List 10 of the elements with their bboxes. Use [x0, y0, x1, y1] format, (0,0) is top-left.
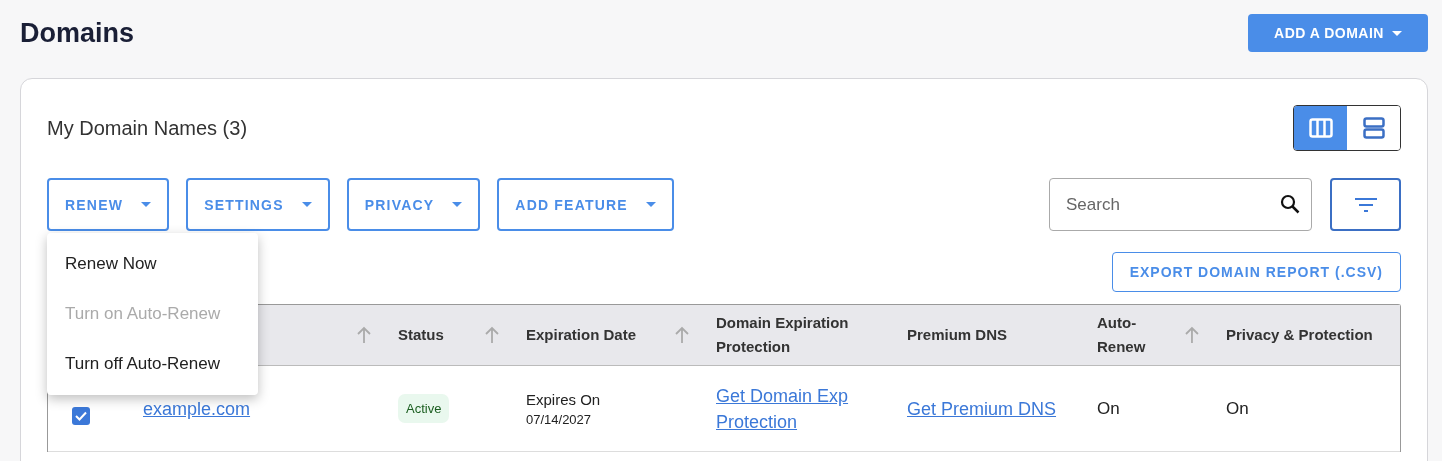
column-header: Domain Expiration Protection: [715, 313, 850, 357]
privacy-value: On: [1226, 398, 1249, 419]
column-header: Privacy & Protection: [1225, 325, 1374, 345]
expiration-label: Expires On: [526, 390, 601, 408]
column-header: Premium DNS: [906, 325, 1009, 345]
auto-renew-value: On: [1097, 398, 1120, 419]
status-badge: Active: [398, 394, 450, 423]
page-title: Domains: [20, 17, 135, 49]
card-title: My Domain Names (3): [47, 116, 248, 140]
expiration-date: 07/14/2027: [526, 411, 593, 427]
